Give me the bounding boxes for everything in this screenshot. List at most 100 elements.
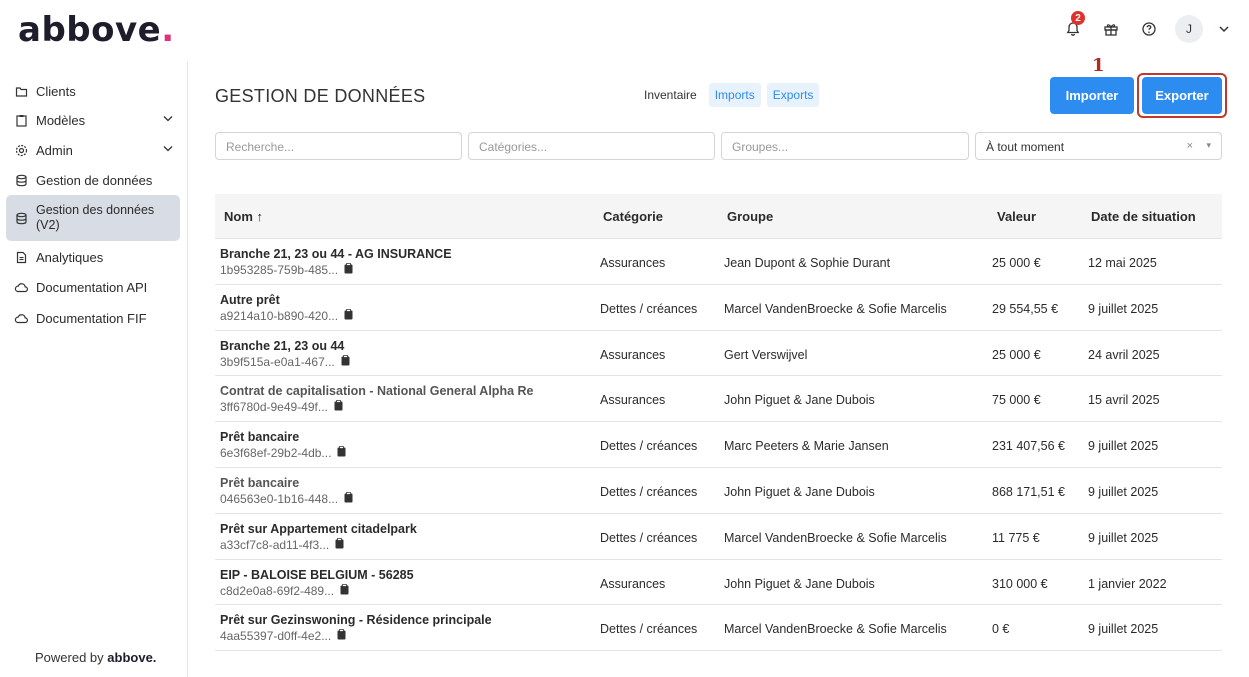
cell-date: 24 avril 2025: [1088, 347, 1160, 362]
cell-category: Assurances: [600, 256, 666, 270]
chevron-down-icon[interactable]: ▾: [1206, 140, 1211, 151]
sidebar-item-label: Modèles: [36, 112, 86, 128]
row-name[interactable]: Branche 21, 23 ou 44 - AG INSURANCE: [220, 247, 452, 261]
column-header-nom[interactable]: Nom ↑: [224, 209, 263, 224]
sidebar-item-label: Gestion de données: [36, 172, 153, 188]
row-name[interactable]: Contrat de capitalisation - National Gen…: [220, 384, 533, 398]
cell-group: Marcel VandenBroecke & Sofie Marcelis: [724, 622, 947, 637]
row-id: c8d2e0a8-69f2-489...: [220, 583, 349, 598]
clipboard-icon[interactable]: [344, 262, 353, 277]
sidebar-item-label: Documentation API: [36, 279, 148, 295]
chevron-down-icon[interactable]: [1217, 17, 1231, 41]
cell-name: Prêt bancaire 046563e0-1b16-448...: [220, 476, 353, 506]
cell-value: 231 407,56 €: [992, 439, 1065, 454]
chevron-down-icon[interactable]: [162, 143, 174, 158]
clipboard-icon[interactable]: [344, 308, 353, 323]
row-name[interactable]: Prêt sur Appartement citadelpark: [220, 522, 417, 536]
table-row[interactable]: Autre prêt a9214a10-b890-420... Dettes / c…: [215, 285, 1222, 331]
data-table: Nom ↑ Catégorie Groupe Valeur Date de si…: [215, 194, 1222, 652]
clipboard-icon[interactable]: [344, 491, 353, 506]
step-marker: 1: [1092, 55, 1105, 76]
cell-group: John Piguet & Jane Dubois: [724, 484, 875, 499]
table-row[interactable]: Prêt bancaire 046563e0-1b16-448... Dettes …: [215, 468, 1222, 514]
cell-name: Autre prêt a9214a10-b890-420...: [220, 293, 353, 323]
sidebar-item-label: Admin: [36, 142, 73, 158]
table-row[interactable]: Branche 21, 23 ou 44 3b9f515a-e0a1-467...…: [215, 331, 1222, 377]
clipboard-icon[interactable]: [340, 583, 349, 598]
groups-select[interactable]: Groupes...: [721, 132, 969, 160]
row-name[interactable]: Prêt bancaire: [220, 476, 353, 490]
page-title: GESTION DE DONNÉES: [215, 86, 426, 106]
clipboard-icon[interactable]: [335, 537, 344, 552]
tab-imports[interactable]: Imports: [708, 83, 761, 107]
cell-date: 9 juillet 2025: [1088, 301, 1159, 316]
cell-name: Prêt sur Appartement citadelpark a33cf7c8…: [220, 522, 417, 552]
export-button[interactable]: Exporter: [1142, 77, 1222, 114]
row-id: a33cf7c8-ad11-4f3...: [220, 537, 344, 552]
tab-exports[interactable]: Exports: [766, 83, 820, 107]
clear-icon[interactable]: ×: [1187, 140, 1193, 152]
sidebar-item-clients[interactable]: Clients: [6, 80, 180, 102]
database-icon: [14, 173, 28, 187]
cell-date: 9 juillet 2025: [1088, 484, 1159, 499]
column-header-date[interactable]: Date de situation: [1091, 209, 1196, 224]
powered-by-brand[interactable]: abbove.: [107, 650, 156, 665]
tab-inventaire[interactable]: Inventaire: [638, 83, 703, 107]
sidebar-item-analytiques[interactable]: Analytiques: [6, 246, 180, 268]
sidebar-item-label: Gestion des données (V2): [36, 203, 155, 232]
column-header-groupe[interactable]: Groupe: [727, 209, 773, 224]
clipboard-icon: [14, 113, 28, 127]
folder-icon: [14, 84, 28, 98]
clipboard-icon[interactable]: [341, 354, 350, 369]
avatar[interactable]: J: [1175, 15, 1203, 43]
row-name[interactable]: Prêt bancaire: [220, 430, 346, 444]
top-bar: abbove. 2 J: [0, 0, 1249, 62]
search-input[interactable]: Recherche...: [215, 132, 462, 160]
notifications-bell-icon[interactable]: 2: [1061, 11, 1085, 41]
cell-category: Dettes / créances: [600, 622, 698, 637]
cell-value: 75 000 €: [992, 393, 1041, 408]
sidebar-item-gestion-de-donnees[interactable]: Gestion de données: [6, 169, 180, 191]
brand-logo[interactable]: abbove.: [18, 10, 175, 50]
cell-name: Contrat de capitalisation - National Gen…: [220, 384, 533, 414]
sidebar-item-gestion-des-donnees-v2[interactable]: Gestion des données (V2): [6, 195, 180, 241]
clipboard-icon[interactable]: [337, 446, 346, 460]
sidebar-item-documentation-api[interactable]: Documentation API: [6, 276, 180, 298]
cloud-icon: [14, 280, 28, 294]
table-row[interactable]: Branche 21, 23 ou 44 - AG INSURANCE 1b953…: [215, 239, 1222, 285]
sidebar-item-admin[interactable]: Admin: [6, 139, 180, 161]
cell-value: 11 775 €: [992, 530, 1040, 545]
table-row[interactable]: EIP - BALOISE BELGIUM - 56285 c8d2e0a8-69…: [215, 560, 1222, 606]
row-id: 3b9f515a-e0a1-467...: [220, 354, 350, 369]
cell-name: Prêt sur Gezinswoning - Résidence princi…: [220, 613, 492, 643]
sidebar-item-modeles[interactable]: Modèles: [6, 109, 180, 131]
cell-name: Prêt bancaire 6e3f68ef-29b2-4db...: [220, 430, 346, 460]
clipboard-icon[interactable]: [337, 629, 346, 643]
table-row[interactable]: Contrat de capitalisation - National Gen…: [215, 376, 1222, 423]
column-header-categorie[interactable]: Catégorie: [603, 209, 663, 224]
cell-group: John Piguet & Jane Dubois: [724, 393, 875, 408]
row-name[interactable]: Autre prêt: [220, 293, 353, 307]
gift-icon[interactable]: [1099, 17, 1123, 41]
chevron-down-icon[interactable]: [162, 113, 174, 128]
period-select[interactable]: À tout moment × ▾: [975, 132, 1222, 160]
cell-group: Jean Dupont & Sophie Durant: [724, 256, 891, 270]
import-button[interactable]: Importer: [1050, 77, 1134, 114]
cell-name: EIP - BALOISE BELGIUM - 56285 c8d2e0a8-69…: [220, 568, 414, 598]
column-header-valeur[interactable]: Valeur: [997, 209, 1036, 224]
document-icon: [14, 250, 28, 264]
row-id: a9214a10-b890-420...: [220, 308, 353, 323]
row-name[interactable]: EIP - BALOISE BELGIUM - 56285: [220, 568, 414, 582]
table-row[interactable]: Prêt sur Appartement citadelpark a33cf7c8…: [215, 514, 1222, 560]
powered-by: Powered by abbove.: [35, 650, 157, 665]
table-row[interactable]: Prêt sur Gezinswoning - Résidence princi…: [215, 605, 1222, 652]
row-name[interactable]: Prêt sur Gezinswoning - Résidence princi…: [220, 613, 492, 627]
categories-select[interactable]: Catégories...: [468, 132, 715, 160]
row-name[interactable]: Branche 21, 23 ou 44: [220, 339, 350, 353]
table-row[interactable]: Prêt bancaire 6e3f68ef-29b2-4db... Dettes …: [215, 422, 1222, 468]
cell-date: 1 janvier 2022: [1088, 576, 1167, 591]
sidebar-item-documentation-fif[interactable]: Documentation FIF: [6, 307, 180, 329]
help-icon[interactable]: [1137, 17, 1161, 41]
clipboard-icon[interactable]: [334, 400, 343, 414]
cell-category: Dettes / créances: [600, 439, 698, 454]
